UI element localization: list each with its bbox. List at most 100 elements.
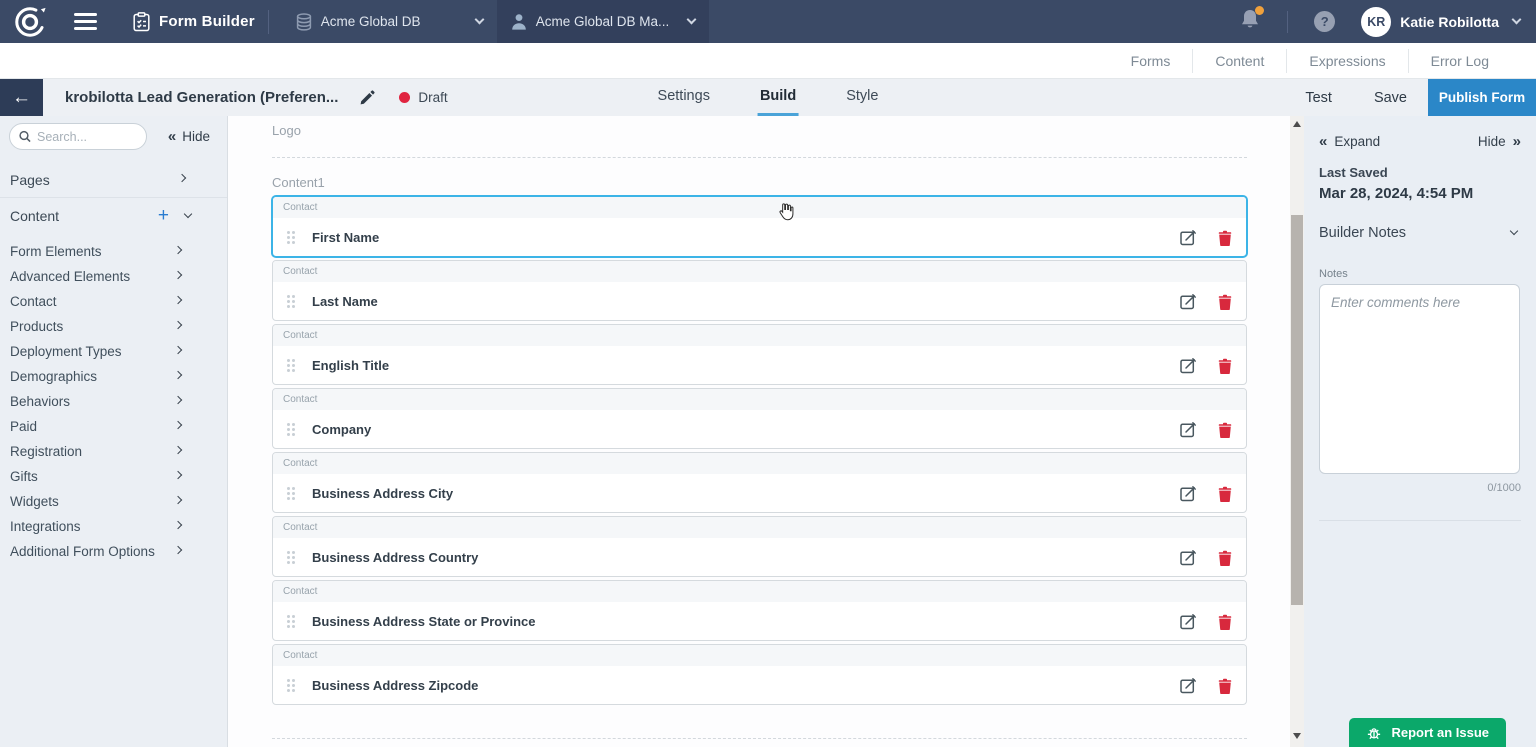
expand-panel-control[interactable]: « Expand [1319,133,1380,150]
sidebar-hide-toggle[interactable]: « Hide [168,128,218,145]
edit-title-pencil-icon[interactable] [360,90,375,105]
field-card-business-address-country[interactable]: Contact Business Address Country [272,516,1247,577]
save-button[interactable]: Save [1353,90,1428,106]
chevron-right-icon [174,320,182,328]
field-card-company[interactable]: Contact Company [272,388,1247,449]
sidebar-item-widgets[interactable]: Widgets [0,489,227,514]
tab-content[interactable]: Content [1192,49,1286,73]
edit-field-icon[interactable] [1180,485,1197,502]
sidebar-item-integrations[interactable]: Integrations [0,514,227,539]
delete-field-icon[interactable] [1218,422,1232,438]
zone-separator [272,738,1247,739]
tab-settings[interactable]: Settings [656,79,712,116]
delete-field-icon[interactable] [1218,230,1232,246]
drag-handle-icon[interactable] [287,359,296,373]
drag-handle-icon[interactable] [287,423,296,437]
sidebar-section-pages[interactable]: Pages [0,162,227,197]
sidebar-item-form-elements[interactable]: Form Elements [0,239,227,264]
field-name: Business Address Zipcode [312,678,478,693]
database-icon [296,13,312,31]
sidebar-item-additional-form-options[interactable]: Additional Form Options [0,539,227,564]
delete-field-icon[interactable] [1218,294,1232,310]
sidebar-item-paid[interactable]: Paid [0,414,227,439]
hide-panel-control[interactable]: Hide » [1478,133,1521,150]
database-selector-dropdown[interactable]: Acme Global DB [282,0,497,43]
drag-handle-icon[interactable] [287,679,296,693]
edit-field-icon[interactable] [1180,677,1197,694]
card-tag: Contact [283,650,317,661]
notes-textarea[interactable] [1319,284,1520,474]
notifications-bell-icon[interactable] [1239,8,1261,36]
field-card-first-name[interactable]: Contact First Name [272,196,1247,257]
drag-handle-icon[interactable] [287,615,296,629]
scroll-down-icon[interactable] [1293,733,1301,739]
field-card-business-address-state[interactable]: Contact Business Address State or Provin… [272,580,1247,641]
report-issue-button[interactable]: Report an Issue [1349,718,1506,747]
card-tag: Contact [283,266,317,277]
sidebar-item-products[interactable]: Products [0,314,227,339]
delete-field-icon[interactable] [1218,550,1232,566]
tab-build[interactable]: Build [758,79,798,116]
search-box[interactable] [9,123,147,150]
tab-forms[interactable]: Forms [1109,49,1193,73]
drag-handle-icon[interactable] [287,551,296,565]
navbar-divider [1287,11,1288,33]
chevron-right-icon [174,395,182,403]
entity-selector-dropdown[interactable]: Acme Global DB Ma... [497,0,709,43]
sidebar-item-gifts[interactable]: Gifts [0,464,227,489]
help-icon[interactable]: ? [1314,11,1335,32]
edit-field-icon[interactable] [1180,549,1197,566]
back-button[interactable]: ← [0,79,43,116]
card-tag: Contact [283,330,317,341]
drag-handle-icon[interactable] [287,487,296,501]
edit-field-icon[interactable] [1180,613,1197,630]
chevron-right-icon [174,370,182,378]
sidebar-item-demographics[interactable]: Demographics [0,364,227,389]
sidebar-item-advanced-elements[interactable]: Advanced Elements [0,264,227,289]
card-tag: Contact [283,586,317,597]
edit-field-icon[interactable] [1180,421,1197,438]
content-zone-label: Content1 [272,175,1247,190]
drag-handle-icon[interactable] [287,231,296,245]
edit-field-icon[interactable] [1180,293,1197,310]
panel-divider [1319,520,1521,521]
hamburger-menu-icon[interactable] [74,13,97,30]
sidebar-item-registration[interactable]: Registration [0,439,227,464]
sidebar-item-behaviors[interactable]: Behaviors [0,389,227,414]
clipboard-icon [133,12,150,32]
publish-form-button[interactable]: Publish Form [1428,79,1536,116]
delete-field-icon[interactable] [1218,678,1232,694]
tab-error-log[interactable]: Error Log [1408,49,1511,73]
status-badge: Draft [399,90,447,105]
tab-expressions[interactable]: Expressions [1286,49,1407,73]
field-card-business-address-zipcode[interactable]: Contact Business Address Zipcode [272,644,1247,705]
field-card-english-title[interactable]: Contact English Title [272,324,1247,385]
scroll-up-icon[interactable] [1293,121,1301,127]
sidebar-item-deployment-types[interactable]: Deployment Types [0,339,227,364]
drag-handle-icon[interactable] [287,295,296,309]
chevron-down-icon[interactable] [1512,15,1522,25]
field-name: Company [312,422,371,437]
tab-style[interactable]: Style [844,79,880,116]
search-icon [19,130,31,143]
delete-field-icon[interactable] [1218,486,1232,502]
canvas-scrollbar[interactable] [1290,116,1304,747]
test-button[interactable]: Test [1284,90,1353,106]
last-saved-label: Last Saved [1319,165,1521,180]
add-content-button[interactable]: + [158,206,169,225]
builder-notes-header[interactable]: Builder Notes [1319,225,1521,241]
sidebar-section-content[interactable]: Content + [0,198,227,233]
delete-field-icon[interactable] [1218,358,1232,374]
sidebar-item-contact[interactable]: Contact [0,289,227,314]
edit-field-icon[interactable] [1180,357,1197,374]
edit-field-icon[interactable] [1180,229,1197,246]
chevron-right-icon [174,295,182,303]
chevron-down-icon[interactable] [184,209,192,217]
search-input[interactable] [37,130,137,144]
content-label: Content [10,208,59,224]
field-card-last-name[interactable]: Contact Last Name [272,260,1247,321]
user-avatar[interactable]: KR [1361,7,1391,37]
field-card-business-address-city[interactable]: Contact Business Address City [272,452,1247,513]
delete-field-icon[interactable] [1218,614,1232,630]
scrollbar-thumb[interactable] [1291,215,1303,605]
